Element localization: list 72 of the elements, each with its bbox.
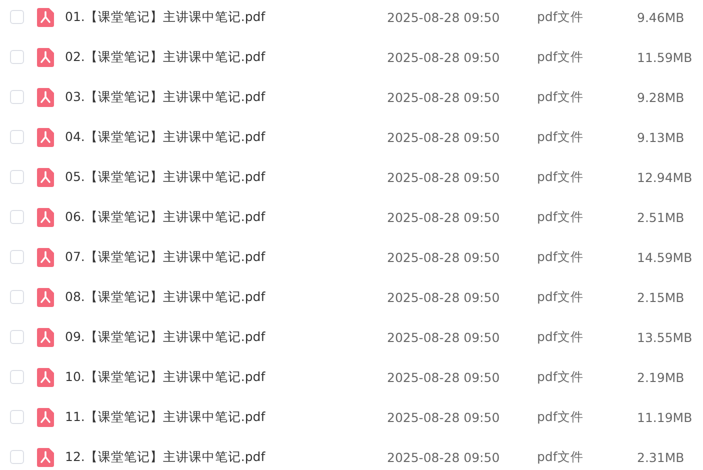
checkbox[interactable]: [10, 170, 24, 184]
modified-date: 2025-08-28 09:50: [387, 290, 501, 304]
pdf-icon: [37, 408, 54, 426]
checkbox[interactable]: [10, 450, 24, 464]
file-name[interactable]: 08.【课堂笔记】主讲课中笔记.pdf: [65, 288, 387, 306]
pdf-icon: [37, 448, 54, 466]
file-name[interactable]: 11.【课堂笔记】主讲课中笔记.pdf: [65, 408, 387, 426]
file-size: 9.46MB: [637, 10, 684, 24]
file-name[interactable]: 09.【课堂笔记】主讲课中笔记.pdf: [65, 328, 387, 346]
pdf-icon: [37, 88, 54, 106]
file-name[interactable]: 03.【课堂笔记】主讲课中笔记.pdf: [65, 88, 387, 106]
file-size: 2.15MB: [637, 290, 684, 304]
modified-date: 2025-08-28 09:50: [387, 330, 501, 344]
checkbox[interactable]: [10, 10, 24, 24]
file-name[interactable]: 04.【课堂笔记】主讲课中笔记.pdf: [65, 128, 387, 146]
modified-date: 2025-08-28 09:50: [387, 50, 501, 64]
file-size: 9.13MB: [637, 130, 684, 144]
checkbox[interactable]: [10, 130, 24, 144]
file-name[interactable]: 07.【课堂笔记】主讲课中笔记.pdf: [65, 248, 387, 266]
checkbox[interactable]: [10, 50, 24, 64]
pdf-icon: [37, 128, 54, 146]
modified-date: 2025-08-28 09:50: [387, 10, 501, 24]
file-type: pdf文件: [537, 328, 584, 346]
file-size: 13.55MB: [637, 330, 692, 344]
file-name[interactable]: 05.【课堂笔记】主讲课中笔记.pdf: [65, 168, 387, 186]
file-name[interactable]: 10.【课堂笔记】主讲课中笔记.pdf: [65, 368, 387, 386]
file-type: pdf文件: [537, 448, 584, 466]
pdf-icon: [37, 168, 54, 186]
pdf-icon: [37, 208, 54, 226]
modified-date: 2025-08-28 09:50: [387, 370, 501, 384]
file-type: pdf文件: [537, 128, 584, 146]
checkbox[interactable]: [10, 210, 24, 224]
file-size: 2.31MB: [637, 450, 684, 464]
checkbox[interactable]: [10, 250, 24, 264]
file-type: pdf文件: [537, 368, 584, 386]
file-size: 11.59MB: [637, 50, 692, 64]
modified-date: 2025-08-28 09:50: [387, 410, 501, 424]
pdf-icon: [37, 48, 54, 66]
file-name[interactable]: 06.【课堂笔记】主讲课中笔记.pdf: [65, 208, 387, 226]
file-type: pdf文件: [537, 48, 584, 66]
checkbox[interactable]: [10, 410, 24, 424]
file-size: 14.59MB: [637, 250, 692, 264]
file-type: pdf文件: [537, 168, 584, 186]
file-type: pdf文件: [537, 408, 584, 426]
file-type: pdf文件: [537, 208, 584, 226]
file-name[interactable]: 12.【课堂笔记】主讲课中笔记.pdf: [65, 448, 387, 466]
pdf-icon: [37, 8, 54, 26]
checkbox[interactable]: [10, 370, 24, 384]
pdf-icon: [37, 248, 54, 266]
file-size: 11.19MB: [637, 410, 692, 424]
file-type: pdf文件: [537, 88, 584, 106]
file-type: pdf文件: [537, 288, 584, 306]
checkbox[interactable]: [10, 290, 24, 304]
file-size: 2.19MB: [637, 370, 684, 384]
file-size: 9.28MB: [637, 90, 684, 104]
modified-date: 2025-08-28 09:50: [387, 250, 501, 264]
file-size: 12.94MB: [637, 170, 692, 184]
file-type: pdf文件: [537, 248, 584, 266]
checkbox[interactable]: [10, 90, 24, 104]
pdf-icon: [37, 288, 54, 306]
pdf-icon: [37, 368, 54, 386]
file-name[interactable]: 02.【课堂笔记】主讲课中笔记.pdf: [65, 48, 387, 66]
pdf-icon: [37, 328, 54, 346]
modified-date: 2025-08-28 09:50: [387, 130, 501, 144]
modified-date: 2025-08-28 09:50: [387, 90, 501, 104]
file-size: 2.51MB: [637, 210, 684, 224]
modified-date: 2025-08-28 09:50: [387, 170, 501, 184]
checkbox[interactable]: [10, 330, 24, 344]
modified-date: 2025-08-28 09:50: [387, 450, 501, 464]
file-name[interactable]: 01.【课堂笔记】主讲课中笔记.pdf: [65, 8, 387, 26]
modified-date: 2025-08-28 09:50: [387, 210, 501, 224]
file-type: pdf文件: [537, 8, 584, 26]
